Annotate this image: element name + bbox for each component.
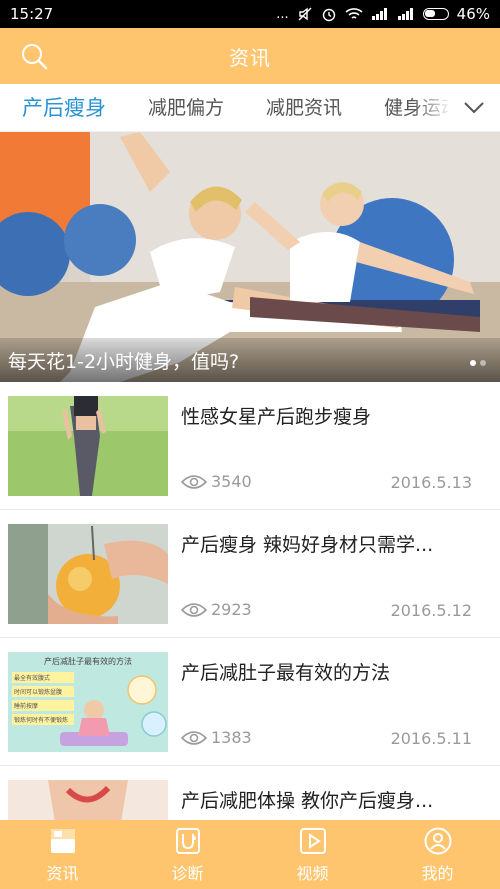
view-count: 3540 [181, 472, 252, 491]
news-thumbnail [8, 396, 168, 496]
nav-news[interactable]: 资讯 [0, 820, 125, 889]
carousel-dot-active [470, 360, 476, 366]
news-item[interactable]: 性感女星产后跑步瘦身 3540 2016.5.13 [0, 382, 500, 510]
wifi-icon [345, 8, 363, 19]
battery-level: 46% [456, 5, 490, 23]
nav-news-label: 资讯 [46, 863, 79, 883]
carousel-indicator [470, 360, 486, 366]
view-count-text: 1383 [211, 728, 252, 747]
status-icons: ... 46% [276, 5, 490, 23]
eye-icon [181, 602, 207, 617]
status-bar: 15:27 ... 46% [0, 0, 500, 28]
news-list: 性感女星产后跑步瘦身 3540 2016.5.13 产后瘦身 辣妈好身材只需学.… [0, 382, 500, 820]
news-thumbnail: 产后减肚子最有效的方法 最全有效腹式 时间可以锻炼盆腹 睡前按摩 锻炼何时有不便… [8, 652, 168, 752]
page-title: 资讯 [229, 45, 271, 70]
nav-video[interactable]: 视频 [250, 820, 375, 889]
bottom-nav: 资讯 诊断 视频 我的 [0, 820, 500, 889]
battery-icon [422, 8, 449, 20]
expand-tabs-button[interactable] [448, 84, 500, 131]
view-count-text: 2923 [211, 600, 252, 619]
status-time: 15:27 [10, 5, 54, 23]
tab-postpartum-slimming[interactable]: 产后瘦身 [0, 84, 106, 131]
view-count-text: 3540 [211, 472, 252, 491]
news-title: 产后减肥体操 教你产后瘦身... [181, 790, 434, 812]
news-title: 产后瘦身 辣妈好身材只需学... [181, 534, 434, 556]
carousel-dot [480, 360, 486, 366]
news-icon [50, 828, 75, 853]
diagnosis-icon [175, 827, 200, 854]
news-item[interactable]: 产后减肚子最有效的方法 最全有效腹式 时间可以锻炼盆腹 睡前按摩 锻炼何时有不便… [0, 638, 500, 766]
tab-diet-remedies[interactable]: 减肥偏方 [106, 84, 224, 131]
nav-profile[interactable]: 我的 [375, 820, 500, 889]
profile-icon [424, 827, 451, 854]
banner-carousel[interactable]: 每天花1-2小时健身，值吗? [0, 132, 500, 382]
news-title: 性感女星产后跑步瘦身 [181, 406, 372, 428]
eye-icon [181, 730, 207, 745]
nav-diagnosis[interactable]: 诊断 [125, 820, 250, 889]
news-item[interactable]: 产后瘦身 辣妈好身材只需学... 2923 2016.5.12 [0, 510, 500, 638]
eye-icon [181, 474, 207, 489]
chevron-down-icon [464, 102, 484, 114]
news-date: 2016.5.11 [390, 729, 472, 748]
view-count: 1383 [181, 728, 252, 747]
nav-video-label: 视频 [296, 863, 329, 883]
tab-diet-news[interactable]: 减肥资讯 [224, 84, 342, 131]
mute-icon [298, 7, 312, 21]
nav-diagnosis-label: 诊断 [171, 863, 204, 883]
news-thumbnail [8, 524, 168, 624]
search-icon[interactable] [20, 42, 48, 70]
view-count: 2923 [181, 600, 252, 619]
nav-profile-label: 我的 [421, 863, 454, 883]
alarm-icon [322, 8, 335, 22]
signal-icon-2 [397, 8, 413, 20]
banner-caption: 每天花1-2小时健身，值吗? [8, 351, 240, 373]
news-item[interactable]: 产后减肥体操 教你产后瘦身... [0, 766, 500, 820]
news-title: 产后减肚子最有效的方法 [181, 662, 391, 684]
app-header: 资讯 [0, 28, 500, 84]
news-date: 2016.5.12 [390, 601, 472, 620]
signal-icon [371, 8, 387, 20]
tabs-fade [412, 84, 452, 131]
video-icon [299, 827, 326, 854]
news-date: 2016.5.13 [390, 473, 472, 492]
signal-dots: ... [276, 6, 289, 22]
category-tabs: 产后瘦身 减肥偏方 减肥资讯 健身运动 [0, 84, 500, 132]
news-thumbnail [8, 780, 168, 820]
